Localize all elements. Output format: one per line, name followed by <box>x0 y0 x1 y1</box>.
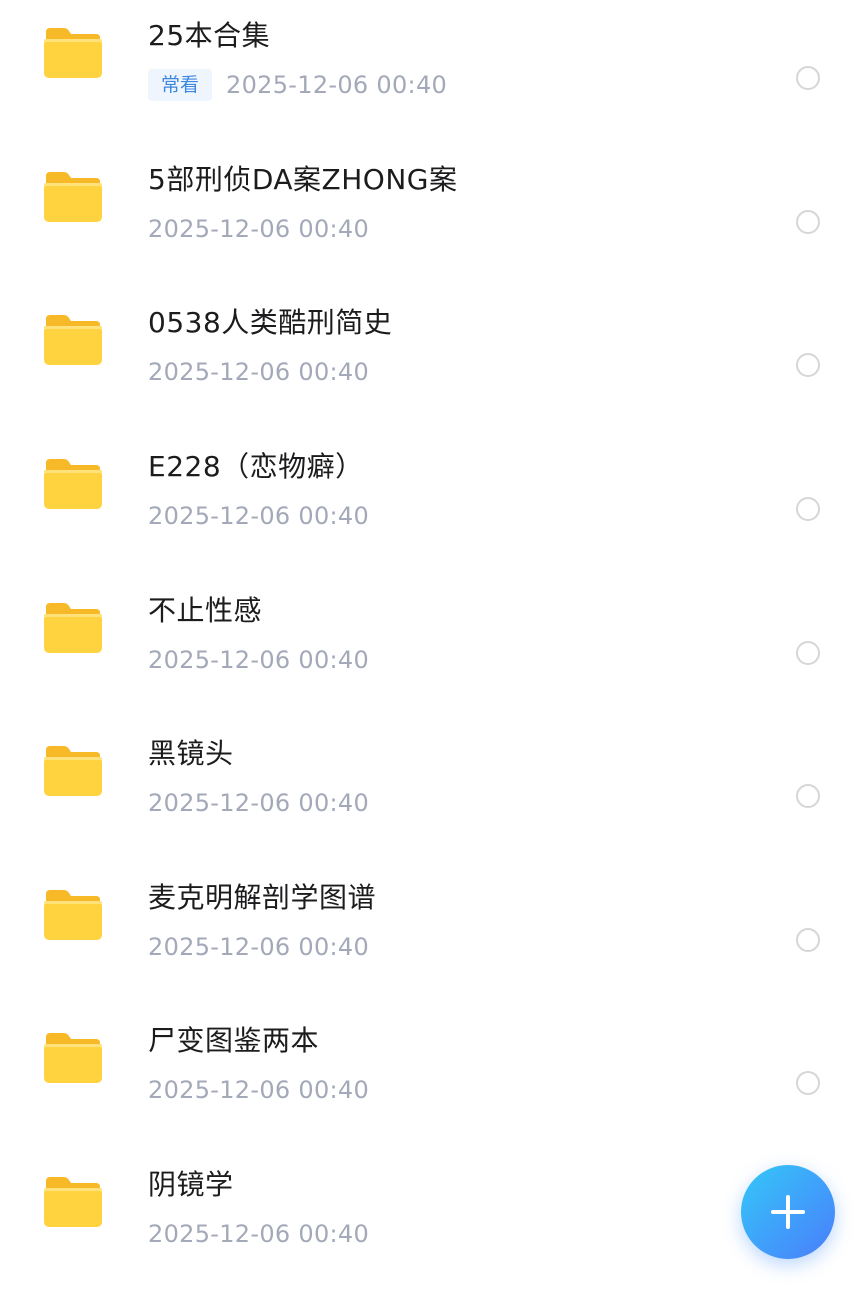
file-name: 0538人类酷刑简史 <box>148 306 393 339</box>
file-name: 阴镜学 <box>148 1168 234 1201</box>
file-row[interactable]: E228（恋物癖） 2025-12-06 00:40 <box>0 431 864 574</box>
file-name: 麦克明解剖学图谱 <box>148 881 377 914</box>
file-date: 2025-12-06 00:40 <box>226 71 448 99</box>
radio-circle-icon[interactable] <box>796 928 820 952</box>
file-date: 2025-12-06 00:40 <box>148 502 370 530</box>
folder-icon <box>42 886 104 942</box>
file-name: 5部刑侦DA案ZHONG案 <box>148 163 458 196</box>
file-date: 2025-12-06 00:40 <box>148 1220 370 1248</box>
file-name: 尸变图鉴两本 <box>148 1024 320 1057</box>
file-date: 2025-12-06 00:40 <box>148 789 370 817</box>
file-meta: 2025-12-06 00:40 <box>148 355 369 389</box>
folder-icon <box>42 599 104 655</box>
radio-circle-icon[interactable] <box>796 66 820 90</box>
file-date: 2025-12-06 00:40 <box>148 358 370 386</box>
file-meta: 2025-12-06 00:40 <box>148 1217 369 1251</box>
file-meta: 2025-12-06 00:40 <box>148 643 369 677</box>
file-row[interactable]: 25本合集 常看 2025-12-06 00:40 <box>0 0 864 143</box>
file-row[interactable]: 尸变图鉴两本 2025-12-06 00:40 <box>0 1005 864 1148</box>
add-button[interactable] <box>741 1165 835 1259</box>
radio-circle-icon[interactable] <box>796 641 820 665</box>
file-date: 2025-12-06 00:40 <box>148 646 370 674</box>
radio-circle-icon[interactable] <box>796 784 820 808</box>
file-row[interactable]: 麦克明解剖学图谱 2025-12-06 00:40 <box>0 862 864 1005</box>
folder-icon <box>42 168 104 224</box>
file-list: 25本合集 常看 2025-12-06 00:40 5部刑侦DA案ZHONG案 … <box>0 0 864 1300</box>
file-row[interactable]: 黑镜头 2025-12-06 00:40 <box>0 718 864 861</box>
file-name: 不止性感 <box>148 594 263 627</box>
file-meta: 2025-12-06 00:40 <box>148 499 369 533</box>
plus-icon <box>768 1192 808 1232</box>
file-name: 黑镜头 <box>148 737 234 770</box>
file-date: 2025-12-06 00:40 <box>148 1076 370 1104</box>
file-row[interactable]: 0538人类酷刑简史 2025-12-06 00:40 <box>0 287 864 430</box>
frequently-viewed-badge: 常看 <box>148 69 213 101</box>
file-meta: 2025-12-06 00:40 <box>148 930 369 964</box>
file-name: 25本合集 <box>148 19 271 52</box>
folder-icon <box>42 742 104 798</box>
folder-icon <box>42 311 104 367</box>
folder-icon <box>42 1029 104 1085</box>
file-name: E228（恋物癖） <box>148 450 364 483</box>
file-row[interactable]: 5部刑侦DA案ZHONG案 2025-12-06 00:40 <box>0 144 864 287</box>
file-date: 2025-12-06 00:40 <box>148 933 370 961</box>
folder-icon <box>42 455 104 511</box>
radio-circle-icon[interactable] <box>796 497 820 521</box>
file-meta: 常看 2025-12-06 00:40 <box>148 68 447 102</box>
radio-circle-icon[interactable] <box>796 210 820 234</box>
folder-icon <box>42 1173 104 1229</box>
file-date: 2025-12-06 00:40 <box>148 215 370 243</box>
file-meta: 2025-12-06 00:40 <box>148 1073 369 1107</box>
file-row[interactable]: 不止性感 2025-12-06 00:40 <box>0 575 864 718</box>
file-meta: 2025-12-06 00:40 <box>148 212 369 246</box>
file-meta: 2025-12-06 00:40 <box>148 786 369 820</box>
file-row[interactable]: 阴镜学 2025-12-06 00:40 <box>0 1149 864 1292</box>
radio-circle-icon[interactable] <box>796 1071 820 1095</box>
radio-circle-icon[interactable] <box>796 353 820 377</box>
folder-icon <box>42 24 104 80</box>
